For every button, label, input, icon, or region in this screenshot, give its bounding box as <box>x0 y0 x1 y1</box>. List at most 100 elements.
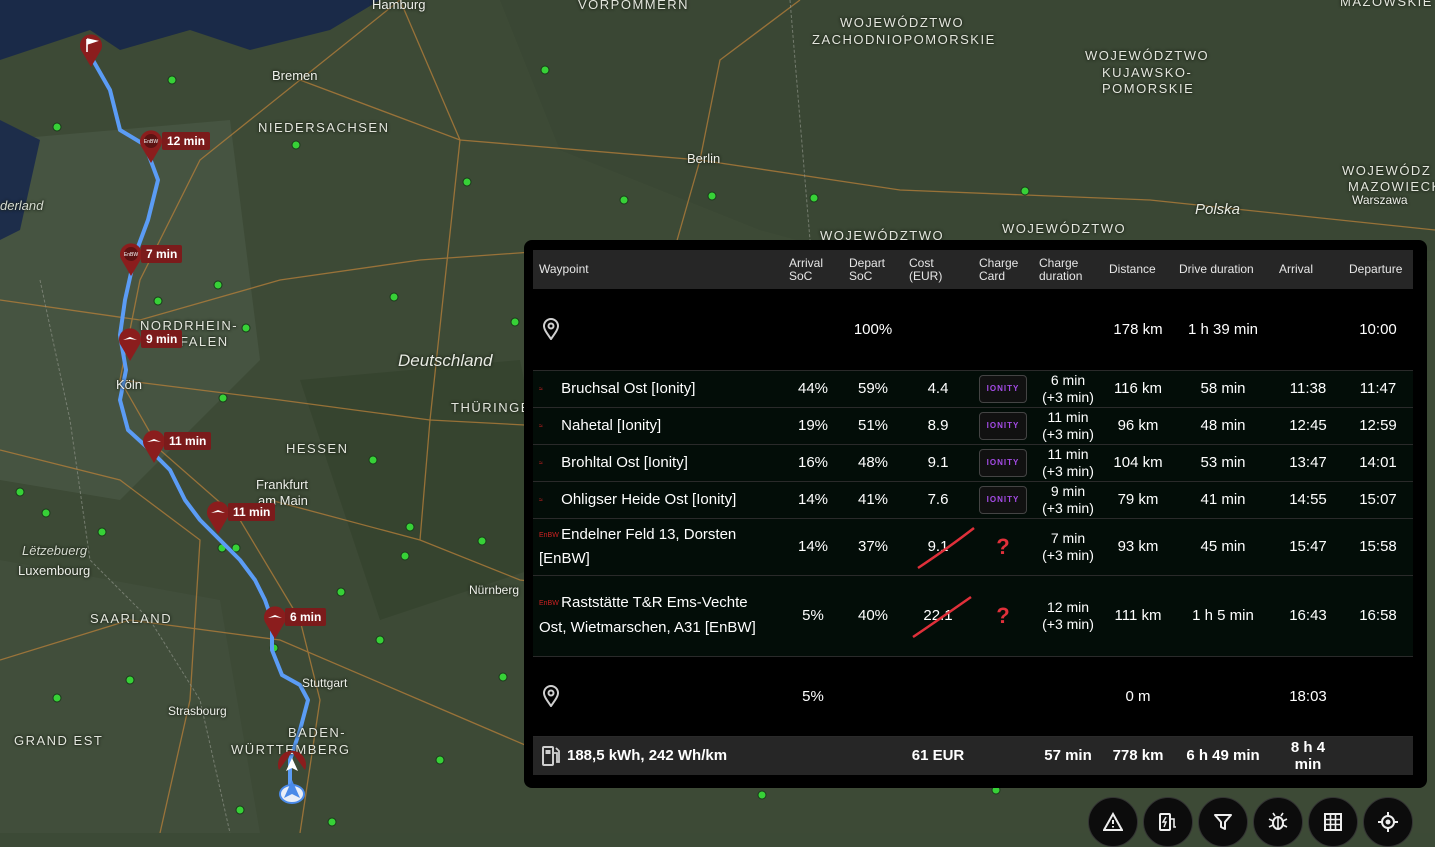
charger-pin-ionity-icon[interactable] <box>117 326 143 362</box>
unknown-card-icon[interactable]: ? <box>996 534 1009 559</box>
charge-duration: 7 min (+3 min) <box>1033 518 1103 576</box>
strike-through-icon <box>916 527 975 570</box>
map-label-deutschland: Deutschland <box>398 351 493 370</box>
total-cost: 61 EUR <box>903 736 973 775</box>
pin-label-5: 11 min <box>228 503 276 521</box>
ionity-logo-icon: ≈ <box>539 385 543 393</box>
map-label-warszawa: Warszawa <box>1352 193 1408 207</box>
pin-label-2: 7 min <box>141 245 183 263</box>
enbw-logo-icon: EnBW <box>539 531 559 539</box>
map-label-nederland: derland <box>0 198 44 213</box>
header-waypoint[interactable]: Waypoint <box>533 250 783 289</box>
total-trip-duration: 8 h 4 min <box>1273 736 1343 775</box>
waypoint-name: Raststätte T&R Ems-Vechte Ost, Wietmarsc… <box>539 594 756 636</box>
svg-text:EnBW: EnBW <box>124 252 138 258</box>
header-depart-soc[interactable]: Depart SoC <box>843 250 903 289</box>
enbw-logo-icon: EnBW <box>539 599 559 607</box>
depart-soc: 37% <box>843 518 903 576</box>
table-row[interactable]: EnBW Raststätte T&R Ems-Vechte Ost, Wiet… <box>533 575 1413 657</box>
departure: 12:59 <box>1343 407 1413 445</box>
destination-flag-icon[interactable] <box>78 32 104 68</box>
table-row[interactable]: EnBW Endelner Feld 13, Dorsten [EnBW] 14… <box>533 518 1413 576</box>
map-label-masov-1: WOJEWÓDZ <box>1342 163 1432 178</box>
ionity-card-badge[interactable]: IONITY <box>979 448 1027 477</box>
header-arrival[interactable]: Arrival <box>1273 250 1343 289</box>
map-label-koeln: Köln <box>116 377 143 392</box>
arrival-soc: 19% <box>783 407 843 445</box>
table-row-start[interactable]: 100% 178 km 1 h 39 min 10:00 <box>533 289 1413 371</box>
map-label-polska: Polska <box>1195 201 1241 218</box>
departure: 11:47 <box>1343 370 1413 408</box>
map-label-wojewodztwo-b: WOJEWÓDZTWO <box>1002 221 1127 236</box>
table-row[interactable]: ≈ Bruchsal Ost [Ionity] 44% 59% 4.4 IONI… <box>533 370 1413 408</box>
departure: 15:58 <box>1343 518 1413 576</box>
fuel-pump-icon <box>542 745 560 766</box>
route-table: Waypoint Arrival SoC Depart SoC Cost (EU… <box>533 250 1413 775</box>
charger-icon <box>1159 813 1176 831</box>
warning-button[interactable] <box>1088 797 1138 847</box>
start-distance: 178 km <box>1103 289 1173 371</box>
arrival-soc: 16% <box>783 444 843 482</box>
header-charge-duration[interactable]: Charge duration <box>1033 250 1103 289</box>
end-arrival-soc: 5% <box>783 656 843 737</box>
ionity-card-badge[interactable]: IONITY <box>979 411 1027 440</box>
map-label-vorpommern: VORPOMMERN <box>578 0 690 12</box>
header-charge-card[interactable]: Charge Card <box>973 250 1033 289</box>
ionity-logo-icon: ≈ <box>539 422 543 430</box>
ionity-card-badge[interactable]: IONITY <box>979 374 1027 403</box>
header-drive-duration[interactable]: Drive duration <box>1173 250 1273 289</box>
distance: 96 km <box>1103 407 1173 445</box>
ionity-card-badge[interactable]: IONITY <box>979 485 1027 514</box>
waypoint-name: Bruchsal Ost [Ionity] <box>561 380 696 397</box>
total-distance: 778 km <box>1103 736 1173 775</box>
locate-me-button[interactable] <box>1363 797 1413 847</box>
cost: 9.1 <box>903 444 973 482</box>
map-label-grand-est: GRAND EST <box>14 733 104 748</box>
table-row[interactable]: ≈ Ohligser Heide Ost [Ionity] 14% 41% 7.… <box>533 481 1413 519</box>
header-cost[interactable]: Cost (EUR) <box>903 250 973 289</box>
map-label-kujawsko-2: KUJAWSKO- <box>1102 65 1193 80</box>
strike-through-icon <box>912 595 973 639</box>
end-arrival: 18:03 <box>1273 656 1343 737</box>
arrival: 11:38 <box>1273 370 1343 408</box>
waypoint-name: Endelner Feld 13, Dorsten [EnBW] <box>539 526 737 567</box>
svg-text:EnBW: EnBW <box>144 139 158 145</box>
arrival: 13:47 <box>1273 444 1343 482</box>
charge-duration: 9 min (+3 min) <box>1033 481 1103 519</box>
arrival: 14:55 <box>1273 481 1343 519</box>
map-label-masov-2: MAZOWIECK <box>1348 179 1435 194</box>
table-row[interactable]: ≈ Nahetal [Ionity] 19% 51% 8.9 IONITY 11… <box>533 407 1413 445</box>
charger-button[interactable] <box>1143 797 1193 847</box>
table-view-button[interactable] <box>1308 797 1358 847</box>
total-charge-duration: 57 min <box>1033 736 1103 775</box>
filter-button[interactable] <box>1198 797 1248 847</box>
ionity-logo-icon: ≈ <box>539 496 543 504</box>
table-row-end[interactable]: 5% 0 m 18:03 <box>533 656 1413 737</box>
arrival-soc: 14% <box>783 518 843 576</box>
total-energy: 188,5 kWh, 242 Wh/km <box>567 746 728 764</box>
header-departure[interactable]: Departure <box>1343 250 1413 289</box>
map-label-bw-1: BADEN- <box>288 725 347 740</box>
table-row[interactable]: ≈ Brohltal Ost [Ionity] 16% 48% 9.1 IONI… <box>533 444 1413 482</box>
waypoint-name: Brohltal Ost [Ionity] <box>561 454 688 471</box>
map-label-zachodnio-1: WOJEWÓDZTWO <box>840 15 965 30</box>
bug-report-button[interactable] <box>1253 797 1303 847</box>
charge-duration: 6 min (+3 min) <box>1033 370 1103 408</box>
navigation-arrow-icon[interactable] <box>272 750 312 806</box>
map-label-thueringen: THÜRINGE <box>451 400 531 415</box>
charge-duration: 11 min (+3 min) <box>1033 407 1103 445</box>
start-drive: 1 h 39 min <box>1173 289 1273 371</box>
map-label-bremen: Bremen <box>272 68 318 83</box>
map-label-zachodnio-2: ZACHODNIOPOMORSKIE <box>812 32 996 47</box>
map-label-mazowsze-top: MAZOWSKIE <box>1340 0 1433 9</box>
map-label-frankfurt-1: Frankfurt <box>256 477 309 492</box>
charge-duration: 11 min (+3 min) <box>1033 444 1103 482</box>
cost-crossed-out: 22.1 <box>912 595 973 639</box>
unknown-card-icon[interactable]: ? <box>996 603 1009 628</box>
header-distance[interactable]: Distance <box>1103 250 1173 289</box>
header-arrival-soc[interactable]: Arrival SoC <box>783 250 843 289</box>
charger-pin-enbw-icon[interactable]: EnBW <box>138 128 164 164</box>
waypoint-name: Nahetal [Ionity] <box>561 417 662 434</box>
arrival: 12:45 <box>1273 407 1343 445</box>
cost: 4.4 <box>903 370 973 408</box>
